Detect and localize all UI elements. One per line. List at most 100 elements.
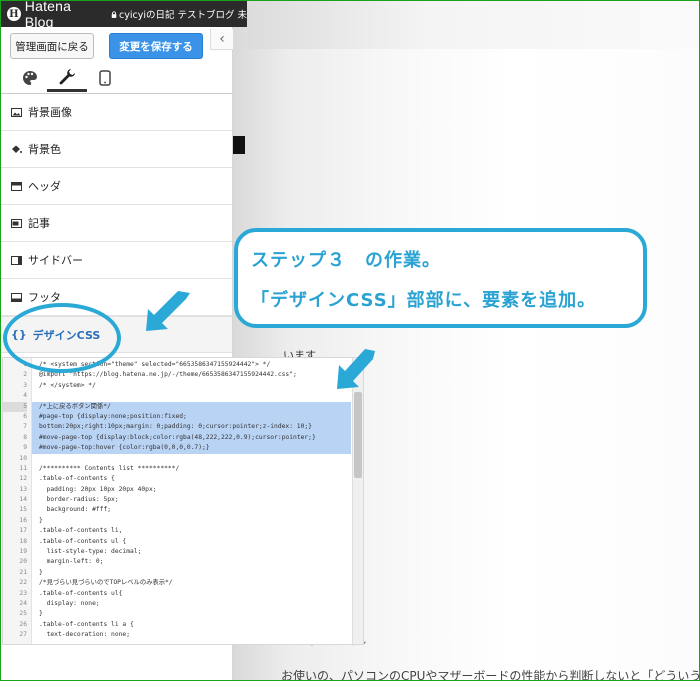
code-line[interactable]: 7 bottom:20px;right:10px;margin: 0;paddin… xyxy=(3,422,351,433)
return-to-dashboard-button[interactable]: 管理画面に戻る xyxy=(10,33,94,59)
line-number: 14 xyxy=(19,496,27,504)
code-text: padding: 20px 10px 20px 40px; xyxy=(39,485,157,493)
hatena-logo[interactable]: H Hatena Blog xyxy=(7,0,103,30)
menu-label: 背景色 xyxy=(28,143,61,156)
code-line[interactable]: 11 /********** Contents list **********/ xyxy=(3,464,351,474)
code-text: /*上に戻るボタン関係*/ xyxy=(39,401,111,412)
line-number: 4 xyxy=(23,392,27,400)
wrench-icon xyxy=(59,69,75,85)
code-text: .table-of-contents ul { xyxy=(39,537,127,545)
top-bar: H Hatena Blog cyicyiの日記 テストブログ 未 xyxy=(1,0,247,30)
line-number: 15 xyxy=(19,506,27,514)
smartphone-icon xyxy=(99,70,111,86)
code-text: bottom:20px;right:10px;margin: 0;padding… xyxy=(39,422,312,433)
code-text: background: #fff; xyxy=(39,506,112,514)
menu-item-article[interactable]: 記事 xyxy=(1,205,232,242)
code-line[interactable]: 25} xyxy=(3,609,351,619)
code-line[interactable]: 4 xyxy=(3,391,351,401)
line-number: 2 xyxy=(23,371,27,379)
code-text: #page-top {display:none;position:fixed; xyxy=(39,411,187,423)
code-text: .table-of-contents { xyxy=(39,475,115,483)
blog-info: cyicyiの日記 テストブログ 未 xyxy=(111,7,247,21)
code-line[interactable]: 21} xyxy=(3,568,351,578)
code-line[interactable]: 10 xyxy=(3,454,351,464)
line-number: 11 xyxy=(19,464,27,472)
line-number: 5 xyxy=(3,401,27,412)
tab-customize[interactable] xyxy=(47,65,87,92)
code-line[interactable]: 16} xyxy=(3,516,351,526)
preview-body-text: お使いの、パソコンのCPUやマザーボードの性能から判断しないと「どういう xyxy=(281,669,699,680)
editor-scrollbar[interactable] xyxy=(352,358,363,644)
tab-smartphone[interactable] xyxy=(85,65,125,91)
code-text: /* </system> */ xyxy=(39,381,96,389)
line-number: 22 xyxy=(19,579,27,587)
line-number: 12 xyxy=(19,475,27,483)
code-text: } xyxy=(39,516,43,524)
line-number: 18 xyxy=(19,537,27,545)
menu-item-header[interactable]: ヘッダ xyxy=(1,168,232,205)
code-line[interactable]: 19 list-style-type: decimal; xyxy=(3,547,351,557)
code-text: } xyxy=(39,568,43,576)
code-line[interactable]: 13 padding: 20px 10px 20px 40px; xyxy=(3,485,351,495)
scrollbar-thumb[interactable] xyxy=(354,392,362,478)
menu-label: サイドバー xyxy=(28,254,83,267)
footer-layout-icon xyxy=(11,292,22,302)
header-layout-icon xyxy=(11,181,22,191)
preview-header xyxy=(247,1,699,49)
line-number: 25 xyxy=(19,610,27,618)
line-number: 13 xyxy=(19,485,27,493)
code-text: margin-left: 0; xyxy=(39,558,104,566)
line-number: 23 xyxy=(19,589,27,597)
menu-label: 背景画像 xyxy=(28,106,72,119)
preview-dark-block xyxy=(233,136,245,154)
palette-icon xyxy=(23,71,37,85)
code-text: } xyxy=(39,610,43,618)
code-line[interactable]: 17 .table-of-contents li, xyxy=(3,526,351,536)
line-number: 17 xyxy=(19,527,27,535)
code-line[interactable]: 8 #move-page-top {display:block;color:rgb… xyxy=(3,432,351,444)
line-number: 24 xyxy=(19,599,27,607)
line-number: 27 xyxy=(19,631,27,639)
code-line[interactable]: 22 /*見づらい見づらいのでTOPレベルのみ表示*/ xyxy=(3,578,351,588)
code-line[interactable]: 5 /*上に戻るボタン関係*/ xyxy=(3,401,351,412)
code-text: text-decoration: none; xyxy=(39,631,130,639)
highlight-circle xyxy=(3,303,121,373)
code-line[interactable]: 20 margin-left: 0; xyxy=(3,557,351,567)
code-line[interactable]: 26 .table-of-contents li a { xyxy=(3,620,351,630)
code-line[interactable]: 24 display: none; xyxy=(3,599,351,609)
logo-text: Hatena Blog xyxy=(24,0,72,30)
code-line[interactable]: 15 background: #fff; xyxy=(3,505,351,515)
line-number: 6 xyxy=(23,412,27,420)
line-number: 9 xyxy=(23,444,27,452)
menu-item-background-color[interactable]: 背景色 xyxy=(1,131,232,168)
code-line[interactable]: 14 border-radius: 5px; xyxy=(3,495,351,505)
css-code-editor[interactable]: 1/* <system section="theme" selected="66… xyxy=(2,357,364,645)
code-line[interactable]: 12 .table-of-contents { xyxy=(3,474,351,484)
window-frame: います し 記事の見出し お使いの、パソコンのCPUやマザーボードの性能から判断… xyxy=(0,0,700,681)
lock-icon xyxy=(111,10,117,18)
menu-item-sidebar[interactable]: サイドバー xyxy=(1,242,232,279)
code-line[interactable]: 18 .table-of-contents ul { xyxy=(3,537,351,547)
chevron-left-icon[interactable]: ‹ xyxy=(210,29,233,50)
code-text: @import "https://blog.hatena.ne.jp/-/the… xyxy=(39,371,297,379)
code-text: /********** Contents list **********/ xyxy=(39,464,180,472)
code-text: display: none; xyxy=(39,599,100,607)
code-line[interactable]: 27 text-decoration: none; xyxy=(3,630,351,640)
tab-theme[interactable] xyxy=(10,65,50,91)
code-line[interactable]: 23 .table-of-contents ul{ xyxy=(3,589,351,599)
line-number: 21 xyxy=(19,568,27,576)
code-lines: 1/* <system section="theme" selected="66… xyxy=(3,360,351,641)
annotation-callout: ステップ３ の作業。 「デザインCSS」部部に、要素を追加。 xyxy=(234,228,647,328)
line-number: 3 xyxy=(23,381,27,389)
code-line[interactable]: 3 /* </system> */ xyxy=(3,381,351,391)
design-tabs xyxy=(1,65,232,94)
code-line[interactable]: 6 #page-top {display:none;position:fixed; xyxy=(3,411,351,423)
menu-item-background-image[interactable]: 背景画像 xyxy=(1,94,232,131)
arrow-icon xyxy=(337,349,375,389)
line-number: 10 xyxy=(19,454,27,462)
save-changes-button[interactable]: 変更を保存する xyxy=(109,33,203,59)
code-text: .table-of-contents ul{ xyxy=(39,589,123,597)
annotation-line-1: ステップ３ の作業。 xyxy=(251,250,441,271)
code-text: .table-of-contents li a { xyxy=(39,620,134,628)
code-line[interactable]: 9 #move-page-top:hover {color:rgba(0,0,0,… xyxy=(3,443,351,454)
